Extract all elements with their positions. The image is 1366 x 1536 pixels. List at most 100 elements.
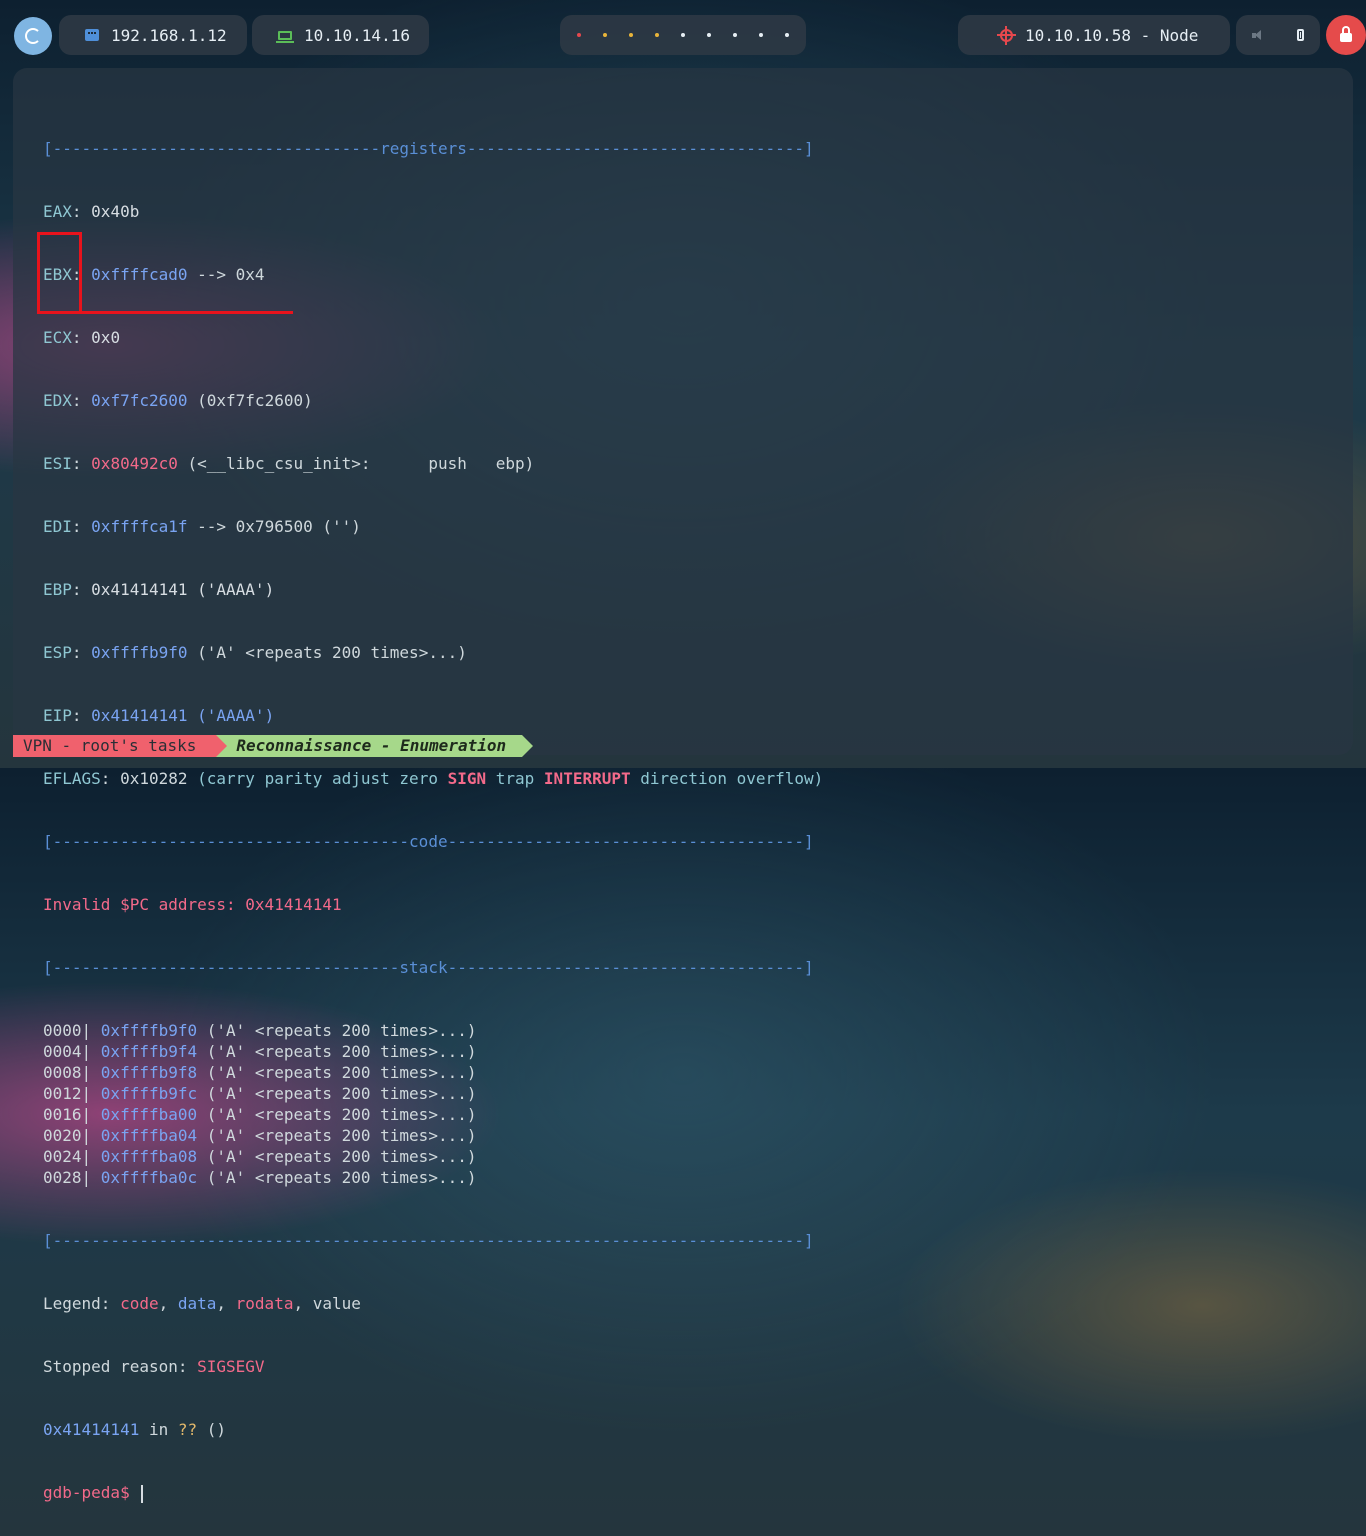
workspace-dot[interactable] [785,33,789,37]
legend-comma: , [293,1294,313,1313]
workspace-dot[interactable] [629,33,633,37]
text-cursor [141,1484,144,1503]
workspace-dot[interactable] [603,33,607,37]
window-tab[interactable]: Reconnaissance - Enumeration [216,735,533,757]
legend-comma: , [216,1294,236,1313]
workspace-dot[interactable] [655,33,659,37]
swirl-icon [25,28,41,44]
stack-offset: 0020 [43,1126,82,1145]
reg-name: ECX [43,328,72,347]
stack-value: ('A' <repeats 200 times>...) [197,1042,477,1061]
workspace-dot[interactable] [733,33,737,37]
stack-value: ('A' <repeats 200 times>...) [197,1063,477,1082]
local-ip-widget[interactable]: 192.168.1.12 [59,15,247,55]
stack-row: 0012| 0xffffb9fc ('A' <repeats 200 times… [43,1084,477,1103]
reg-name: EDI [43,517,72,536]
reg-name: ESP [43,643,72,662]
session-tab[interactable]: VPN - root's tasks [13,735,228,757]
stack-address: 0xffffb9f8 [100,1063,198,1082]
gdb-prompt: gdb-peda$ [43,1483,140,1502]
stack-offset: 0012 [43,1084,82,1103]
reg-name: EBP [43,580,72,599]
flags-text: trap [486,769,544,788]
local-ip-text: 192.168.1.12 [111,25,227,45]
reg-name: EAX [43,202,72,221]
legend-code: code [120,1294,159,1313]
reg-value: (0xf7fc2600) [187,391,313,410]
reg-name: ESI [43,454,72,473]
lock-icon [1340,26,1352,42]
stack-value: ('A' <repeats 200 times>...) [197,1105,477,1124]
target-text: 10.10.10.58 - Node [1025,25,1199,45]
reg-value: 0x41414141 ('AAAA') [91,580,275,599]
muted-speaker-icon[interactable] [1252,30,1264,40]
terminal-window[interactable]: [----------------------------------regis… [13,68,1353,1503]
network-card-icon [85,29,99,41]
vpn-ip-widget[interactable]: 10.10.14.16 [252,15,429,55]
frame-line: 0x41414141 in ?? () [43,1419,823,1440]
register-eax: EAX: 0x40b [43,202,140,221]
battery-icon[interactable] [1296,29,1304,41]
target-widget[interactable]: 10.10.10.58 - Node [958,15,1230,55]
reg-value: (<__libc_csu_init>: push ebp) [177,454,535,473]
stack-row: 0000| 0xffffb9f0 ('A' <repeats 200 times… [43,1021,477,1040]
invalid-pc-message: Invalid $PC address: 0x41414141 [43,895,342,914]
stack-offset: 0008 [43,1063,82,1082]
reg-name: EBX [43,265,72,284]
workspace-dot[interactable] [707,33,711,37]
legend-value: value [312,1294,361,1313]
stack-address: 0xffffb9fc [100,1084,198,1103]
workspace-dot[interactable] [681,33,685,37]
frame-symbol: ?? [177,1420,198,1439]
tmux-status-bar: VPN - root's tasks Reconnaissance - Enum… [13,735,533,757]
stack-offset: 0028 [43,1168,82,1187]
top-bar: 192.168.1.12 10.10.14.16 10.10.10.58 - N… [0,0,1366,70]
legend-comma: , [158,1294,178,1313]
stack-row: 0004| 0xffffb9f4 ('A' <repeats 200 times… [43,1042,477,1061]
legend-line: Legend: code, data, rodata, value [43,1293,823,1314]
stack-address: 0xffffb9f4 [100,1042,198,1061]
reg-value: --> 0x4 [187,265,265,284]
workspace-dot[interactable] [577,33,581,37]
terminal-output: [----------------------------------regis… [43,96,823,1536]
prompt-line[interactable]: gdb-peda$ [43,1482,823,1503]
reg-name: EFLAGS [43,769,101,788]
register-ebx: EBX: 0xffffcad0 --> 0x4 [43,265,265,284]
stack-address: 0xffffb9f0 [100,1021,198,1040]
reg-value: 0x0 [91,328,121,347]
stack-row: 0024| 0xffffba08 ('A' <repeats 200 times… [43,1147,477,1166]
workspace-dot[interactable] [759,33,763,37]
workspace-switcher[interactable] [560,15,806,55]
lock-button[interactable] [1326,15,1366,55]
stack-list: 0000| 0xffffb9f0 ('A' <repeats 200 times… [43,1020,823,1188]
reg-address: 0xffffb9f0 [91,643,188,662]
stack-row: 0008| 0xffffb9f8 ('A' <repeats 200 times… [43,1063,477,1082]
legend-data: data [177,1294,217,1313]
register-edi: EDI: 0xffffca1f --> 0x796500 ('') [43,517,361,536]
reg-address: 0x41414141 ('AAAA') [91,706,275,725]
register-ebp: EBP: 0x41414141 ('AAAA') [43,580,275,599]
reg-address: 0x80492c0 [91,454,178,473]
flags-text: direction overflow) [630,769,824,788]
stack-address: 0xffffba04 [100,1126,198,1145]
frame-parens: () [197,1420,227,1439]
laptop-icon [276,30,294,43]
frame-address: 0x41414141 [43,1420,140,1439]
app-menu-button[interactable] [14,17,52,55]
reg-value: ('A' <repeats 200 times>...) [187,643,467,662]
stack-value: ('A' <repeats 200 times>...) [197,1084,477,1103]
stack-value: ('A' <repeats 200 times>...) [197,1147,477,1166]
stopped-reason: SIGSEGV [197,1357,265,1376]
stack-value: ('A' <repeats 200 times>...) [197,1021,477,1040]
stack-address: 0xffffba08 [100,1147,198,1166]
register-eip: EIP: 0x41414141 ('AAAA') [43,706,275,725]
register-ecx: ECX: 0x0 [43,328,121,347]
legend-rodata: rodata [235,1294,294,1313]
reg-value: --> 0x796500 ('') [187,517,361,536]
reg-address: 0xffffca1f [91,517,188,536]
registers-separator: [----------------------------------regis… [43,139,814,158]
stack-offset: 0004 [43,1042,82,1061]
legend-label: Legend: [43,1294,121,1313]
vpn-ip-text: 10.10.14.16 [304,25,410,45]
stack-row: 0020| 0xffffba04 ('A' <repeats 200 times… [43,1126,477,1145]
